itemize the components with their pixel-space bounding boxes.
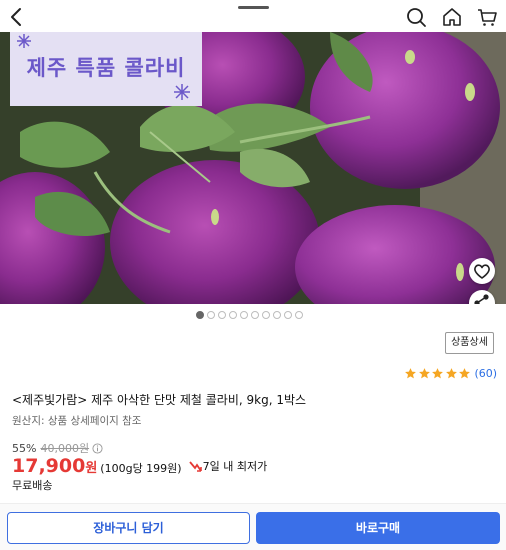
search-button[interactable]	[405, 6, 427, 28]
star-icon	[445, 367, 457, 378]
star-icon	[418, 367, 430, 378]
image-pager	[196, 311, 303, 320]
star-icon	[459, 367, 470, 378]
price-down-icon	[188, 461, 202, 472]
product-detail-button[interactable]: 상품상세	[445, 332, 494, 354]
chevron-left-icon	[11, 8, 21, 26]
back-button[interactable]	[6, 6, 28, 28]
star-icon	[432, 367, 443, 378]
pager-dot[interactable]	[240, 311, 248, 319]
star-icon	[405, 367, 416, 378]
shipping-info: 무료배송	[12, 479, 53, 492]
discount-row: 55% 40,000원	[12, 440, 103, 456]
origin-info: 원산지: 상품 상세페이지 참조	[12, 415, 142, 427]
add-to-cart-button[interactable]: 장바구니 담기	[7, 512, 250, 544]
home-icon	[443, 8, 461, 26]
discount-rate: 55%	[12, 441, 37, 455]
lowest-price-text: 7일 내 최저가	[202, 460, 268, 473]
pager-dot[interactable]	[218, 311, 226, 319]
heart-icon	[474, 264, 490, 279]
rating[interactable]: (60)	[404, 365, 497, 381]
wishlist-button[interactable]	[469, 258, 495, 284]
share-icon	[474, 294, 489, 304]
info-icon[interactable]	[92, 442, 103, 454]
unit-price: (100g당 199원)	[100, 462, 182, 475]
promo-banner: 제주 특품 콜라비	[10, 32, 202, 106]
star-rating	[404, 367, 472, 380]
review-count[interactable]: (60)	[475, 367, 498, 380]
pager-dot[interactable]	[295, 311, 303, 319]
product-title: <제주빛가람> 제주 아삭한 단맛 제철 콜라비, 9kg, 1박스	[12, 393, 307, 407]
pager-dot[interactable]	[196, 311, 204, 319]
search-icon	[407, 8, 426, 27]
price-row: 17,900 원 (100g당 199원) 7일 내 최저가	[12, 455, 267, 477]
sale-price: 17,900	[12, 455, 86, 477]
top-bar	[0, 0, 506, 32]
banner-title: 제주 특품 콜라비	[26, 56, 186, 80]
pager-dot[interactable]	[262, 311, 270, 319]
sale-price-unit: 원	[85, 461, 98, 476]
pager-dot[interactable]	[251, 311, 259, 319]
share-button[interactable]	[469, 290, 495, 304]
pager-dot[interactable]	[284, 311, 292, 319]
lowest-price-badge: 7일 내 최저가	[188, 458, 268, 474]
pager-dot[interactable]	[207, 311, 215, 319]
buy-now-button[interactable]: 바로구매	[256, 512, 500, 544]
home-button[interactable]	[441, 6, 463, 28]
product-image[interactable]: 제주 특품 콜라비	[0, 32, 506, 304]
original-price: 40,000원	[40, 442, 90, 455]
drag-handle[interactable]	[238, 6, 269, 9]
pager-dot[interactable]	[229, 311, 237, 319]
cart-icon	[478, 9, 497, 26]
cart-button[interactable]	[476, 6, 498, 28]
pager-dot[interactable]	[273, 311, 281, 319]
